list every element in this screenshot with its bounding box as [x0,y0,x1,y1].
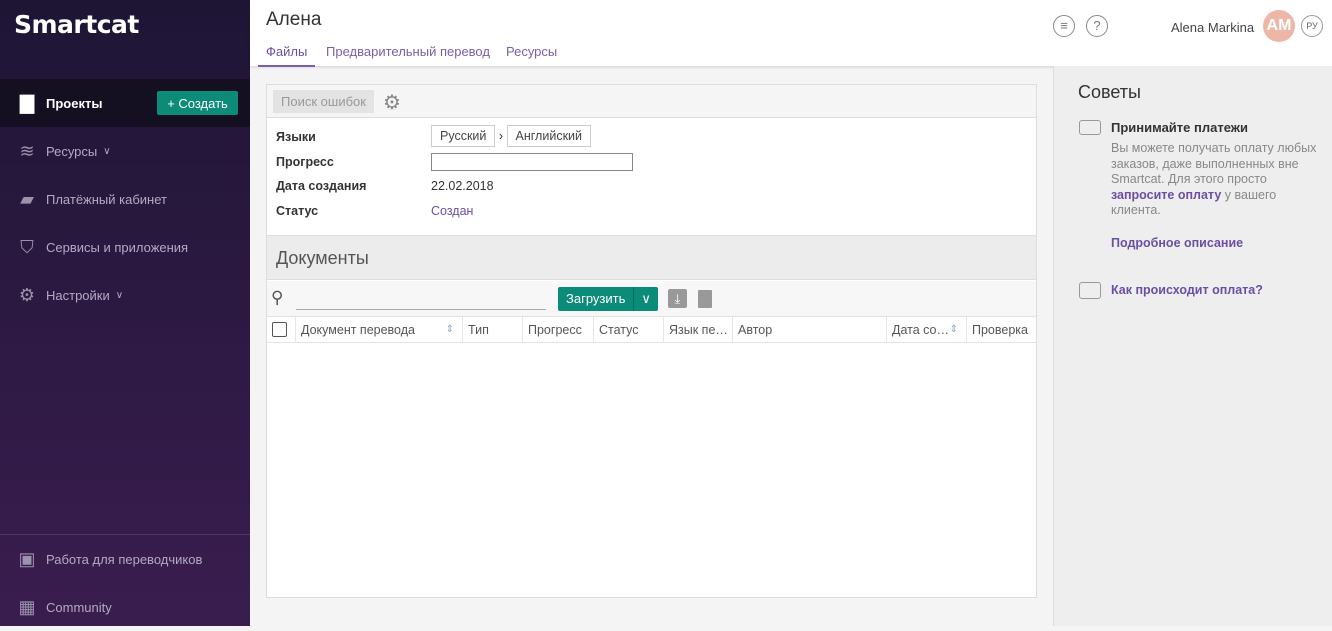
request-payment-link[interactable]: запросите оплату [1111,188,1221,202]
language-switch[interactable]: РУ [1301,15,1323,37]
download-icon[interactable]: ⤓ [668,289,687,308]
status-label: Статус [276,204,319,218]
layers-icon: ≋ [19,140,35,161]
label: Документ перевода [301,323,415,337]
progress-bar [431,153,633,171]
basket-icon: ⛉ [20,236,34,257]
sidebar: Smartcat ▇ Проекты + Создать ≋ Ресурсы ∨ ▰ П… [0,0,250,626]
created-label: Дата создания [276,179,367,193]
sort-icon: ⇕ [445,324,454,335]
tips-title: Советы [1078,82,1141,102]
upload-button[interactable]: Загрузить ∨ [558,287,658,311]
chevron-down-icon: ∨ [103,145,111,157]
col-author[interactable]: Автор [732,317,886,343]
chevron-down-icon: ∨ [115,289,124,301]
tab-pretranslate[interactable]: Предварительный перевод [326,44,490,65]
label: Проекты [46,95,103,111]
languages-value: Русский › Английский [431,125,591,147]
documents-title: Документы [267,235,1036,280]
wallet-icon [1079,282,1101,299]
col-date[interactable]: Дата со… ⇕ [886,317,966,343]
label: Community [46,599,112,615]
payments-title: Принимайте платежи [1111,120,1248,135]
chat-icon[interactable]: ≡ [1053,15,1075,37]
sidebar-item-settings[interactable]: ⚙ Настройки ∨ [0,271,250,319]
search-input[interactable] [296,289,546,310]
col-status[interactable]: Статус [593,317,663,343]
help-icon[interactable]: ? [1086,15,1108,37]
card-icon [1079,120,1101,135]
create-button[interactable]: + Создать [157,91,238,115]
documents-toolbar: ⚲ Загрузить ∨ ⤓ [267,281,1036,317]
languages-label: Языки [276,130,316,144]
text: Вы можете получать оплату любых заказов,… [1111,141,1317,186]
sort-icon: ⇕ [949,324,958,335]
arrow-icon: › [498,129,504,143]
tab-resources[interactable]: Ресурсы [506,44,557,65]
tips-panel: Советы Принимайте платежи Вы можете полу… [1053,66,1332,626]
source-language[interactable]: Русский [431,125,496,147]
documents-table-header: Документ перевода ⇕ Тип Прогресс Статус Я… [267,317,1036,343]
trash-icon[interactable] [698,290,712,308]
avatar[interactable]: AM [1263,10,1295,42]
search-icon: ⚲ [271,288,284,307]
select-all-checkbox[interactable] [272,322,287,337]
col-review[interactable]: Проверка [966,317,1036,343]
created-value: 22.02.2018 [431,179,494,193]
tab-files[interactable]: Файлы [258,44,316,67]
label: Ресурсы [46,143,98,159]
gear-icon: ⚙ [18,284,36,305]
sidebar-item-services[interactable]: ⛉ Сервисы и приложения [0,223,250,271]
details-link[interactable]: Подробное описание [1111,236,1243,250]
folder-icon: ▇ [20,92,34,113]
how-payment-link[interactable]: Как происходит оплата? [1111,283,1263,297]
logo[interactable]: Smartcat [14,10,139,39]
label: Платёжный кабинет [46,191,167,207]
label: Дата со… [892,323,949,337]
project-panel: Поиск ошибок ⚙ Языки Русский › Английски… [266,84,1037,598]
status-value: Создан [431,204,474,218]
header: Алена Файлы Предварительный перевод Ресу… [250,0,1332,67]
col-type[interactable]: Тип [462,317,522,343]
project-toolbar: Поиск ошибок ⚙ [267,85,1036,118]
wallet-icon: ▰ [20,188,34,209]
progress-label: Прогресс [276,155,334,169]
label: Сервисы и приложения [46,239,189,255]
label: Настройки [46,287,110,303]
target-language[interactable]: Английский [506,125,591,147]
sidebar-item-payments[interactable]: ▰ Платёжный кабинет [0,175,250,223]
label: Работа для переводчиков [46,551,203,567]
user-name[interactable]: Alena Markina [1171,20,1254,35]
payments-text: Вы можете получать оплату любых заказов,… [1111,141,1329,219]
col-language[interactable]: Язык пе… [663,317,732,343]
col-progress[interactable]: Прогресс [522,317,593,343]
error-search-button[interactable]: Поиск ошибок [273,90,374,113]
chevron-down-icon[interactable]: ∨ [633,287,658,311]
gear-icon[interactable]: ⚙ [383,90,401,115]
calendar-icon: ▦ [18,596,36,617]
upload-label[interactable]: Загрузить [558,287,633,311]
sidebar-item-community[interactable]: ▦ Community [0,583,250,631]
col-document[interactable]: Документ перевода ⇕ [295,317,462,343]
sidebar-item-translator-jobs[interactable]: ▣ Работа для переводчиков [0,535,250,583]
page-title: Алена [266,9,322,30]
sidebar-item-resources[interactable]: ≋ Ресурсы ∨ [0,127,250,175]
badge-icon: ▣ [18,548,36,569]
